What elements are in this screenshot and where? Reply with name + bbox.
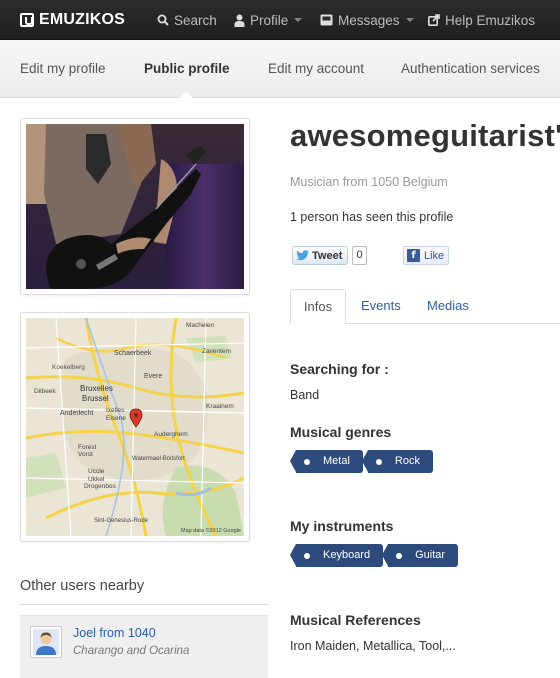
tweet-count: 0 [352,246,367,265]
instrument-tag[interactable]: Guitar [382,544,459,567]
nav-profile[interactable]: Profile [234,12,303,28]
nav-search-label: Search [174,12,217,28]
tweet-label: Tweet [312,249,343,262]
map-label: Bruxelles [80,384,113,393]
top-navbar: EMUZIKOS Search Profile Messages Help Em… [0,0,560,40]
location-map-frame: Koekelberg Schaerbeek Bruxelles Brussel … [20,312,250,542]
search-icon [157,14,169,26]
logo-text: EMUZIKOS [39,11,126,28]
like-label: Like [424,249,445,262]
facebook-like-button[interactable]: f Like [403,246,449,265]
map-label: Dilbeek [34,388,56,395]
user-icon [234,14,245,27]
instrument-tag[interactable]: Keyboard [289,544,384,567]
nav-messages[interactable]: Messages [320,12,414,28]
map-label: Brussel [82,394,109,403]
tab-events[interactable]: Events [361,289,401,324]
map-label: Schaerbeek [114,350,152,357]
location-map[interactable]: Koekelberg Schaerbeek Bruxelles Brussel … [26,318,244,536]
map-label: Evere [144,373,163,380]
searching-for-value: Band [290,388,320,402]
active-tab-pointer [179,91,193,98]
chevron-down-icon [405,18,414,22]
map-label: Vorst [78,451,93,458]
tab-medias[interactable]: Medias [427,289,469,324]
map-label: Sint-Genesius-Rode [94,518,149,524]
genre-tag[interactable]: Rock [361,450,433,473]
subnav-public-profile[interactable]: Public profile [144,61,230,76]
tweet-button[interactable]: Tweet [292,246,348,265]
musical-genres-title: Musical genres [290,424,392,440]
map-label: Anderlecht [60,410,94,417]
logo-icon [20,13,34,27]
external-link-icon [428,14,440,26]
avatar[interactable] [30,626,62,658]
nearby-user-name[interactable]: Joel from 1040 [73,626,156,640]
instruments-title: My instruments [290,518,394,534]
map-label: Forest [78,444,97,451]
map-label: Drogenbos [84,483,116,490]
nav-search[interactable]: Search [157,12,217,28]
profile-view-count: 1 person has seen this profile [290,210,454,224]
map-label: Koekelberg [52,364,85,371]
map-label: Ixelles [106,407,125,414]
map-label: Kraainem [206,403,234,410]
nav-messages-label: Messages [338,12,400,28]
nav-help-label: Help Emuzikos [445,12,536,28]
profile-username: awesomeguitarist' [290,118,560,153]
tab-infos[interactable]: Infos [290,289,346,324]
searching-for-title: Searching for : [290,361,389,377]
map-label: Auderghem [154,431,188,438]
nav-profile-label: Profile [250,12,289,28]
map-label: Elsene [106,415,126,422]
map-label: Machelen [186,322,215,329]
facebook-icon: f [407,249,420,262]
inbox-icon [320,14,333,26]
profile-photo[interactable] [26,124,244,289]
subnav-authentication-services[interactable]: Authentication services [401,61,540,76]
nearby-user-instruments: Charango and Ocarina [73,645,190,657]
map-label: Zaventem [202,348,231,355]
site-logo[interactable]: EMUZIKOS [20,10,125,30]
map-label: Watermael-Boitsfort [132,456,185,462]
twitter-bird-icon [296,250,309,261]
map-label: Ukkel [88,476,105,483]
musical-references-value: Iron Maiden, Metallica, Tool,... [290,639,456,653]
genre-tags: Metal Rock [290,450,438,473]
subnav-edit-account[interactable]: Edit my account [268,61,364,76]
profile-subnav: Edit my profile Public profile Edit my a… [0,40,560,98]
nav-help[interactable]: Help Emuzikos [428,12,535,28]
genre-tag[interactable]: Metal [290,450,363,473]
map-copyright: Map data ©2012 Google [180,528,241,534]
profile-location: Musician from 1050 Belgium [290,175,448,189]
profile-photo-frame [20,118,250,295]
map-label: Uccle [88,468,105,475]
subnav-edit-profile[interactable]: Edit my profile [20,61,106,76]
chevron-down-icon [294,18,303,22]
instrument-tags: Keyboard Guitar [289,544,463,567]
musical-references-title: Musical References [290,612,421,628]
divider [20,604,268,605]
nearby-users-title: Other users nearby [20,578,145,594]
nearby-user-card[interactable]: Joel from 1040 Charango and Ocarina [20,615,268,678]
user-avatar-icon [33,629,59,655]
